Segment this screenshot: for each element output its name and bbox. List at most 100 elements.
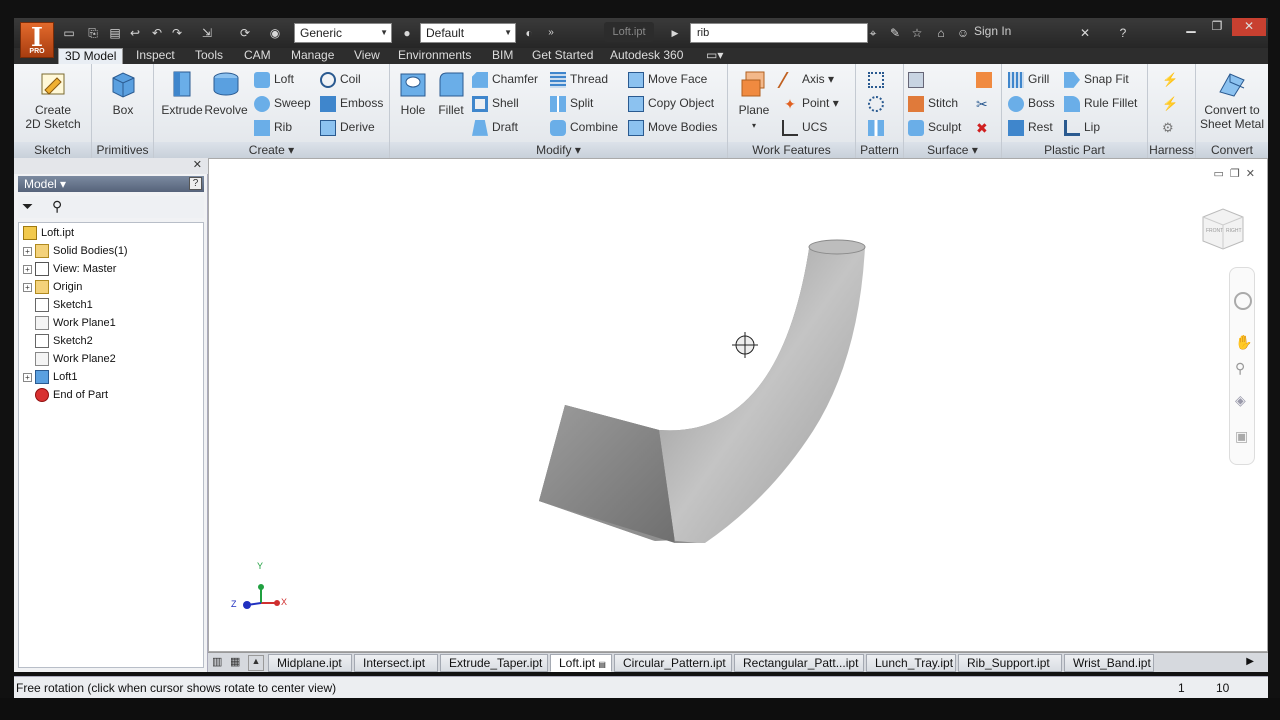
panel-title-surface[interactable]: Surface ▾ xyxy=(904,142,1001,158)
boss-button[interactable]: Boss xyxy=(1008,94,1055,112)
close-button[interactable]: ✕ xyxy=(1232,18,1266,36)
rule-fillet-button[interactable]: Rule Fillet xyxy=(1064,94,1137,112)
sweep-button[interactable]: Sweep xyxy=(254,94,311,112)
harness-button-3[interactable]: ⚙ xyxy=(1162,118,1182,136)
tree-node[interactable]: + Origin xyxy=(23,279,82,295)
thread-button[interactable]: Thread xyxy=(550,70,608,88)
filter-icon[interactable]: ⏷ xyxy=(22,198,33,215)
document-tab[interactable]: Circular_Pattern.ipt xyxy=(614,654,732,672)
look-at-icon[interactable]: ▣ xyxy=(1235,428,1248,445)
copy-object-button[interactable]: Copy Object xyxy=(628,94,714,112)
rectangular-pattern-button[interactable] xyxy=(868,70,888,88)
combine-button[interactable]: Combine xyxy=(550,118,618,136)
appearance-dropdown[interactable]: Default ▼ xyxy=(420,23,516,43)
pan-icon[interactable]: ✋ xyxy=(1235,334,1252,351)
stitch-button[interactable]: Stitch xyxy=(908,94,958,112)
document-tab[interactable]: Lunch_Tray.ipt xyxy=(866,654,956,672)
expand-icon[interactable]: + xyxy=(23,246,32,256)
return-icon[interactable]: ↩ xyxy=(126,24,144,42)
user-icon[interactable]: ☺ xyxy=(954,24,972,42)
convert-to-sheet-metal-button[interactable]: Convert to Sheet Metal xyxy=(1198,68,1266,131)
help-search-input[interactable]: rib xyxy=(690,23,868,43)
tree-node[interactable]: Sketch2 xyxy=(23,333,93,349)
document-tab[interactable]: Extrude_Taper.ipt xyxy=(440,654,548,672)
lip-button[interactable]: Lip xyxy=(1064,118,1100,136)
select-icon[interactable]: ⇲ xyxy=(198,24,216,42)
star-icon[interactable]: ☆ xyxy=(908,24,926,42)
coil-button[interactable]: Coil xyxy=(320,70,361,88)
document-tab[interactable]: Intersect.ipt xyxy=(354,654,438,672)
loft-button[interactable]: Loft xyxy=(254,70,294,88)
restore-button[interactable]: ❐ xyxy=(1204,18,1230,36)
viewcube[interactable]: FRONT RIGHT xyxy=(1197,203,1249,255)
new-file-icon[interactable]: ▭ xyxy=(60,24,78,42)
tab-inspect[interactable]: Inspect xyxy=(130,48,181,64)
extrude-button[interactable]: Extrude xyxy=(160,68,204,117)
minimize-button[interactable]: ▁ xyxy=(1178,18,1204,36)
material-dropdown[interactable]: Generic ▼ xyxy=(294,23,392,43)
steering-wheel-icon[interactable] xyxy=(1234,292,1252,310)
clear-appearance-icon[interactable]: ◐ xyxy=(520,24,538,42)
harness-button-2[interactable]: ⚡ xyxy=(1162,94,1182,112)
tree-node[interactable]: Work Plane2 xyxy=(23,351,116,367)
application-menu-button[interactable]: I PRO xyxy=(20,22,54,58)
tree-node[interactable]: Sketch1 xyxy=(23,297,93,313)
help-icon[interactable]: ? xyxy=(189,177,202,190)
point-button[interactable]: ✦ Point ▾ xyxy=(782,94,839,112)
browser-header[interactable]: Model ▾ ? xyxy=(18,176,204,192)
document-list-icon[interactable]: ▲ xyxy=(248,655,264,671)
tab-environments[interactable]: Environments xyxy=(392,48,477,64)
thicken-button[interactable] xyxy=(908,70,928,88)
help-icon[interactable]: ? xyxy=(1114,24,1132,42)
tab-bim[interactable]: BIM xyxy=(486,48,519,64)
tree-node[interactable]: + Loft1 xyxy=(23,369,77,385)
derive-button[interactable]: Derive xyxy=(320,118,375,136)
revolve-button[interactable]: Revolve xyxy=(204,68,248,117)
create-2d-sketch-button[interactable]: Create 2D Sketch xyxy=(22,68,84,131)
grill-button[interactable]: Grill xyxy=(1008,70,1049,88)
loft-solid[interactable] xyxy=(539,239,866,543)
ucs-button[interactable]: UCS xyxy=(782,118,827,136)
box-button[interactable]: Box xyxy=(104,68,142,117)
move-face-button[interactable]: Move Face xyxy=(628,70,707,88)
panel-title-create[interactable]: Create ▾ xyxy=(154,142,389,158)
expand-icon[interactable]: + xyxy=(23,372,32,382)
expand-icon[interactable]: + xyxy=(23,264,32,274)
axis-button[interactable]: Axis ▾ xyxy=(777,70,834,88)
more-icon[interactable]: » xyxy=(542,24,560,42)
binoculars-icon[interactable]: ⚲ xyxy=(52,198,62,215)
snap-fit-button[interactable]: Snap Fit xyxy=(1064,70,1129,88)
tree-node[interactable]: + Solid Bodies(1) xyxy=(23,243,128,259)
circular-pattern-button[interactable] xyxy=(868,94,888,112)
close-icon[interactable]: ✕ xyxy=(193,158,202,171)
patch-button[interactable] xyxy=(976,70,996,88)
move-bodies-button[interactable]: Move Bodies xyxy=(628,118,717,136)
tile-windows-icon[interactable]: ▥ xyxy=(212,655,222,668)
document-tab[interactable]: Rib_Support.ipt xyxy=(958,654,1062,672)
panel-title-modify[interactable]: Modify ▾ xyxy=(390,142,727,158)
graphics-viewport[interactable]: ▭❐✕ X Y Z FRONT RIGHT ✋ ⚲ ◈ ▣ xyxy=(208,158,1268,652)
document-tab[interactable]: Midplane.ipt xyxy=(268,654,352,672)
document-tab[interactable]: Wrist_Band.ipt xyxy=(1064,654,1154,672)
tab-view[interactable]: View xyxy=(348,48,386,64)
plane-button[interactable]: Plane ▾ xyxy=(734,68,774,133)
trim-button[interactable]: ✂ xyxy=(976,94,996,112)
home-icon[interactable]: ⌂ xyxy=(932,24,950,42)
search-expand-icon[interactable]: ▶ xyxy=(666,24,684,42)
rest-button[interactable]: Rest xyxy=(1008,118,1053,136)
binoculars-icon[interactable]: ⌖ xyxy=(864,24,882,42)
emboss-button[interactable]: Emboss xyxy=(320,94,383,112)
sculpt-button[interactable]: Sculpt xyxy=(908,118,961,136)
properties-icon[interactable]: ◉ xyxy=(266,24,284,42)
delete-face-button[interactable]: ✖ xyxy=(976,118,996,136)
tree-node[interactable]: Work Plane1 xyxy=(23,315,116,331)
draft-button[interactable]: Draft xyxy=(472,118,518,136)
save-icon[interactable]: ▤ xyxy=(106,24,124,42)
fillet-button[interactable]: Fillet xyxy=(432,68,470,117)
tab-autodesk-360[interactable]: Autodesk 360 xyxy=(604,48,689,64)
close-tab-icon[interactable]: ▤ xyxy=(598,660,606,669)
sign-in-link[interactable]: Sign In xyxy=(974,24,1011,38)
document-tab[interactable]: Rectangular_Patt...ipt xyxy=(734,654,864,672)
orbit-icon[interactable]: ◈ xyxy=(1235,392,1246,409)
harness-button-1[interactable]: ⚡ xyxy=(1162,70,1182,88)
